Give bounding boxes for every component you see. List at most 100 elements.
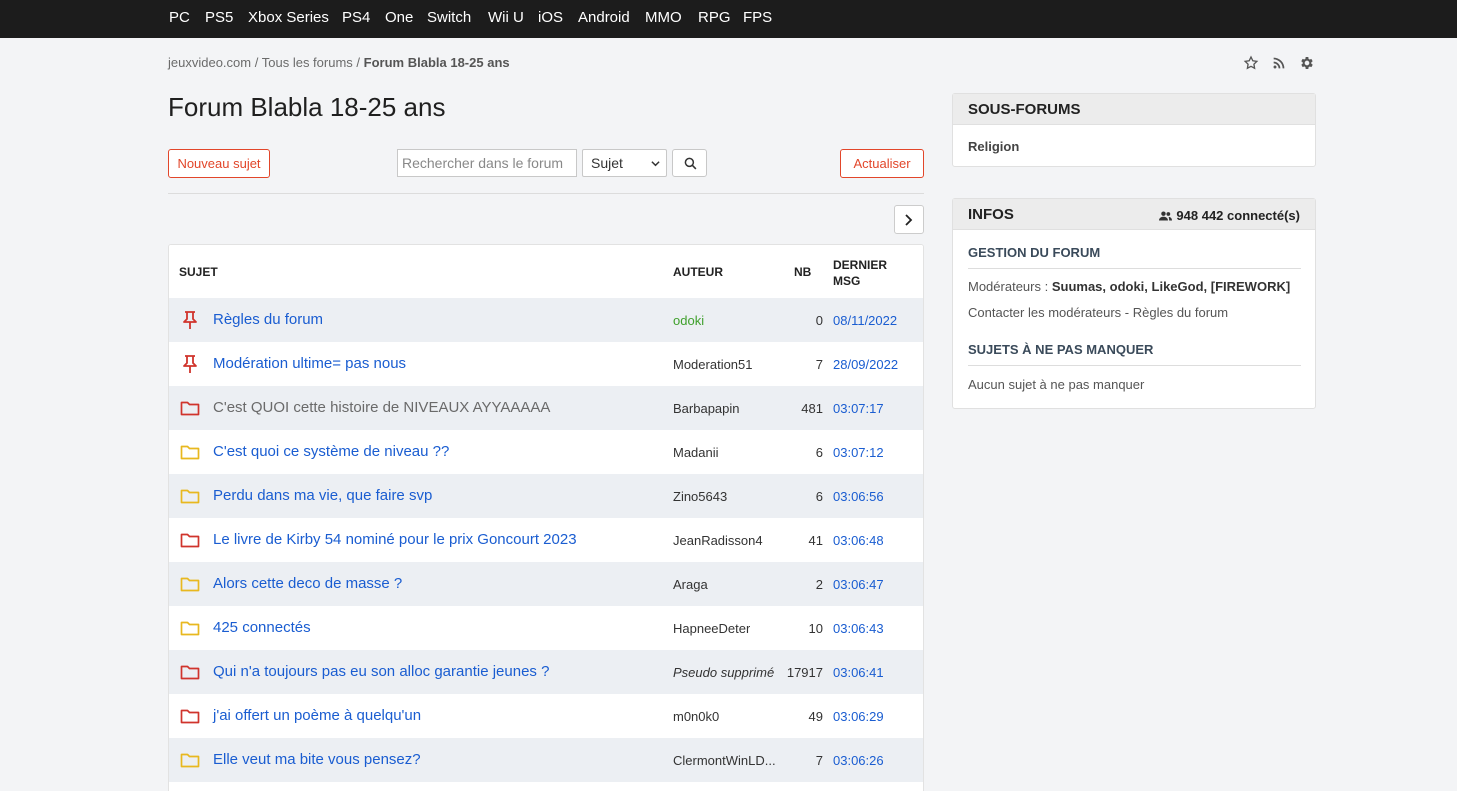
table-row[interactable]: Perdu dans ma vie, que faire svp Zino5643… bbox=[169, 474, 923, 518]
moderators-line: Modérateurs : Suumas, odoki, LikeGod, [F… bbox=[968, 279, 1290, 294]
online-count: 948 442 connecté(s) bbox=[1159, 208, 1300, 223]
nav-ps4[interactable]: PS4 bbox=[342, 0, 370, 38]
nav-ps5[interactable]: PS5 bbox=[205, 0, 233, 38]
section-divider bbox=[968, 365, 1301, 366]
topic-author[interactable]: m0n0k0 bbox=[673, 709, 719, 724]
table-row[interactable]: Qui n'a toujours pas eu son alloc garant… bbox=[169, 650, 923, 694]
refresh-button[interactable]: Actualiser bbox=[840, 149, 924, 178]
table-row[interactable]: 425 connectés HapneeDeter 10 03:06:43 bbox=[169, 606, 923, 650]
topic-author[interactable]: Zino5643 bbox=[673, 489, 727, 504]
nav-ios[interactable]: iOS bbox=[538, 0, 563, 38]
folder-red-icon bbox=[180, 706, 200, 726]
folder-yellow-icon bbox=[180, 486, 200, 506]
topic-author[interactable]: Araga bbox=[673, 577, 708, 592]
topic-last-message[interactable]: 03:06:56 bbox=[833, 489, 884, 504]
table-row[interactable]: Le livre de Kirby 54 nominé pour le prix… bbox=[169, 518, 923, 562]
topic-link[interactable]: j'ai offert un poème à quelqu'un bbox=[213, 707, 421, 724]
topic-link[interactable]: Le livre de Kirby 54 nominé pour le prix… bbox=[213, 531, 577, 548]
gear-icon[interactable] bbox=[1299, 55, 1315, 71]
topic-author[interactable]: Barbapapin bbox=[673, 401, 740, 416]
breadcrumb-current: Forum Blabla 18-25 ans bbox=[363, 55, 510, 70]
rss-icon[interactable] bbox=[1271, 55, 1287, 71]
topic-table: SUJET AUTEUR NB DERNIER MSG Règles du fo… bbox=[168, 244, 924, 791]
section-divider bbox=[968, 268, 1301, 269]
breadcrumb-home[interactable]: jeuxvideo.com bbox=[168, 55, 251, 70]
topic-last-message[interactable]: 08/11/2022 bbox=[833, 313, 897, 328]
nav-rpg[interactable]: RPG bbox=[698, 0, 731, 38]
table-row[interactable]: Règles du forum odoki 0 08/11/2022 bbox=[169, 298, 923, 342]
chevron-down-icon bbox=[651, 161, 660, 167]
table-row[interactable]: Modération ultime= pas nous Moderation51 7… bbox=[169, 342, 923, 386]
table-row[interactable]: C'est QUOI cette histoire de NIVEAUX AYY… bbox=[169, 386, 923, 430]
breadcrumb-separator: / bbox=[254, 55, 259, 70]
nav-mmo[interactable]: MMO bbox=[645, 0, 682, 38]
moderators-list[interactable]: Suumas, odoki, LikeGod, [FIREWORK] bbox=[1052, 279, 1290, 294]
topic-last-message[interactable]: 03:06:48 bbox=[833, 533, 884, 548]
subforums-title: SOUS-FORUMS bbox=[968, 101, 1081, 118]
topic-author[interactable]: Madanii bbox=[673, 445, 719, 460]
nav-wii-u[interactable]: Wii U bbox=[488, 0, 524, 38]
folder-yellow-icon bbox=[180, 442, 200, 462]
topic-last-message[interactable]: 03:06:29 bbox=[833, 709, 884, 724]
topic-author[interactable]: ClermontWinLD... bbox=[673, 753, 776, 768]
topic-link[interactable]: C'est quoi ce système de niveau ?? bbox=[213, 443, 449, 460]
topic-count: 481 bbox=[801, 401, 823, 416]
topic-author[interactable]: JeanRadisson4 bbox=[673, 533, 763, 548]
must-read-title: SUJETS À NE PAS MANQUER bbox=[968, 342, 1154, 357]
topic-link[interactable]: Règles du forum bbox=[213, 311, 323, 328]
star-icon[interactable] bbox=[1243, 55, 1259, 71]
nav-pc[interactable]: PC bbox=[169, 0, 190, 38]
table-row[interactable]: Alors cette deco de masse ? Araga 2 03:06:4… bbox=[169, 562, 923, 606]
table-row[interactable]: j'ai offert un poème à quelqu'un m0n0k0 49… bbox=[169, 694, 923, 738]
topic-link[interactable]: Modération ultime= pas nous bbox=[213, 355, 406, 372]
topic-author[interactable]: Pseudo supprimé bbox=[673, 665, 774, 680]
topic-author[interactable]: odoki bbox=[673, 313, 704, 328]
nav-switch[interactable]: Switch bbox=[427, 0, 471, 38]
topic-last-message[interactable]: 03:06:26 bbox=[833, 753, 884, 768]
table-row[interactable]: Elle veut ma bite vous pensez? ClermontWi… bbox=[169, 738, 923, 782]
subforum-link[interactable]: Religion bbox=[968, 139, 1019, 154]
topic-last-message[interactable]: 03:06:47 bbox=[833, 577, 884, 592]
users-icon bbox=[1159, 211, 1173, 220]
search-button[interactable] bbox=[672, 149, 707, 177]
info-card: INFOS 948 442 connecté(s) GESTION DU FOR… bbox=[952, 198, 1316, 409]
topic-last-message[interactable]: 03:06:41 bbox=[833, 665, 884, 680]
search-icon bbox=[684, 157, 697, 170]
must-read-empty: Aucun sujet à ne pas manquer bbox=[968, 377, 1145, 392]
topic-link[interactable]: Alors cette deco de masse ? bbox=[213, 575, 402, 592]
contact-moderators-link[interactable]: Contacter les modérateurs - Règles du fo… bbox=[968, 305, 1228, 320]
pin-icon bbox=[180, 310, 200, 330]
topic-last-message[interactable]: 03:06:43 bbox=[833, 621, 884, 636]
topic-count: 0 bbox=[815, 313, 823, 328]
info-title: INFOS bbox=[968, 206, 1014, 223]
nav-fps[interactable]: FPS bbox=[743, 0, 772, 38]
topic-last-message[interactable]: 03:07:17 bbox=[833, 401, 884, 416]
nav-xbox-series[interactable]: Xbox Series bbox=[248, 0, 329, 38]
new-topic-button[interactable]: Nouveau sujet bbox=[168, 149, 270, 178]
header-count: NB bbox=[794, 265, 812, 279]
forum-actions bbox=[1243, 55, 1315, 71]
topic-link[interactable]: Perdu dans ma vie, que faire svp bbox=[213, 487, 432, 504]
nav-android[interactable]: Android bbox=[578, 0, 630, 38]
topic-link[interactable]: C'est QUOI cette histoire de NIVEAUX AYY… bbox=[213, 399, 550, 416]
breadcrumb-forums[interactable]: Tous les forums bbox=[262, 55, 353, 70]
table-header: SUJET AUTEUR NB DERNIER MSG bbox=[169, 245, 923, 298]
topic-author[interactable]: HapneeDeter bbox=[673, 621, 750, 636]
next-page-button[interactable] bbox=[894, 205, 924, 234]
search-input[interactable]: Rechercher dans le forum bbox=[397, 149, 577, 177]
topic-link[interactable]: 425 connectés bbox=[213, 619, 311, 636]
topic-author[interactable]: Moderation51 bbox=[673, 357, 753, 372]
nav-one[interactable]: One bbox=[385, 0, 413, 38]
divider bbox=[168, 193, 924, 194]
folder-yellow-icon bbox=[180, 574, 200, 594]
subforums-header: SOUS-FORUMS bbox=[953, 94, 1315, 125]
table-row[interactable]: C'est quoi ce système de niveau ?? Madani… bbox=[169, 430, 923, 474]
topic-link[interactable]: Elle veut ma bite vous pensez? bbox=[213, 751, 421, 768]
chevron-right-icon bbox=[905, 214, 913, 226]
topic-last-message[interactable]: 28/09/2022 bbox=[833, 357, 898, 372]
search-scope-select[interactable]: Sujet bbox=[582, 149, 667, 177]
topic-last-message[interactable]: 03:07:12 bbox=[833, 445, 884, 460]
platform-nav: PC PS5 Xbox Series PS4 One Switch Wii U … bbox=[0, 0, 1457, 38]
topic-count: 7 bbox=[815, 753, 823, 768]
topic-link[interactable]: Qui n'a toujours pas eu son alloc garant… bbox=[213, 663, 549, 680]
